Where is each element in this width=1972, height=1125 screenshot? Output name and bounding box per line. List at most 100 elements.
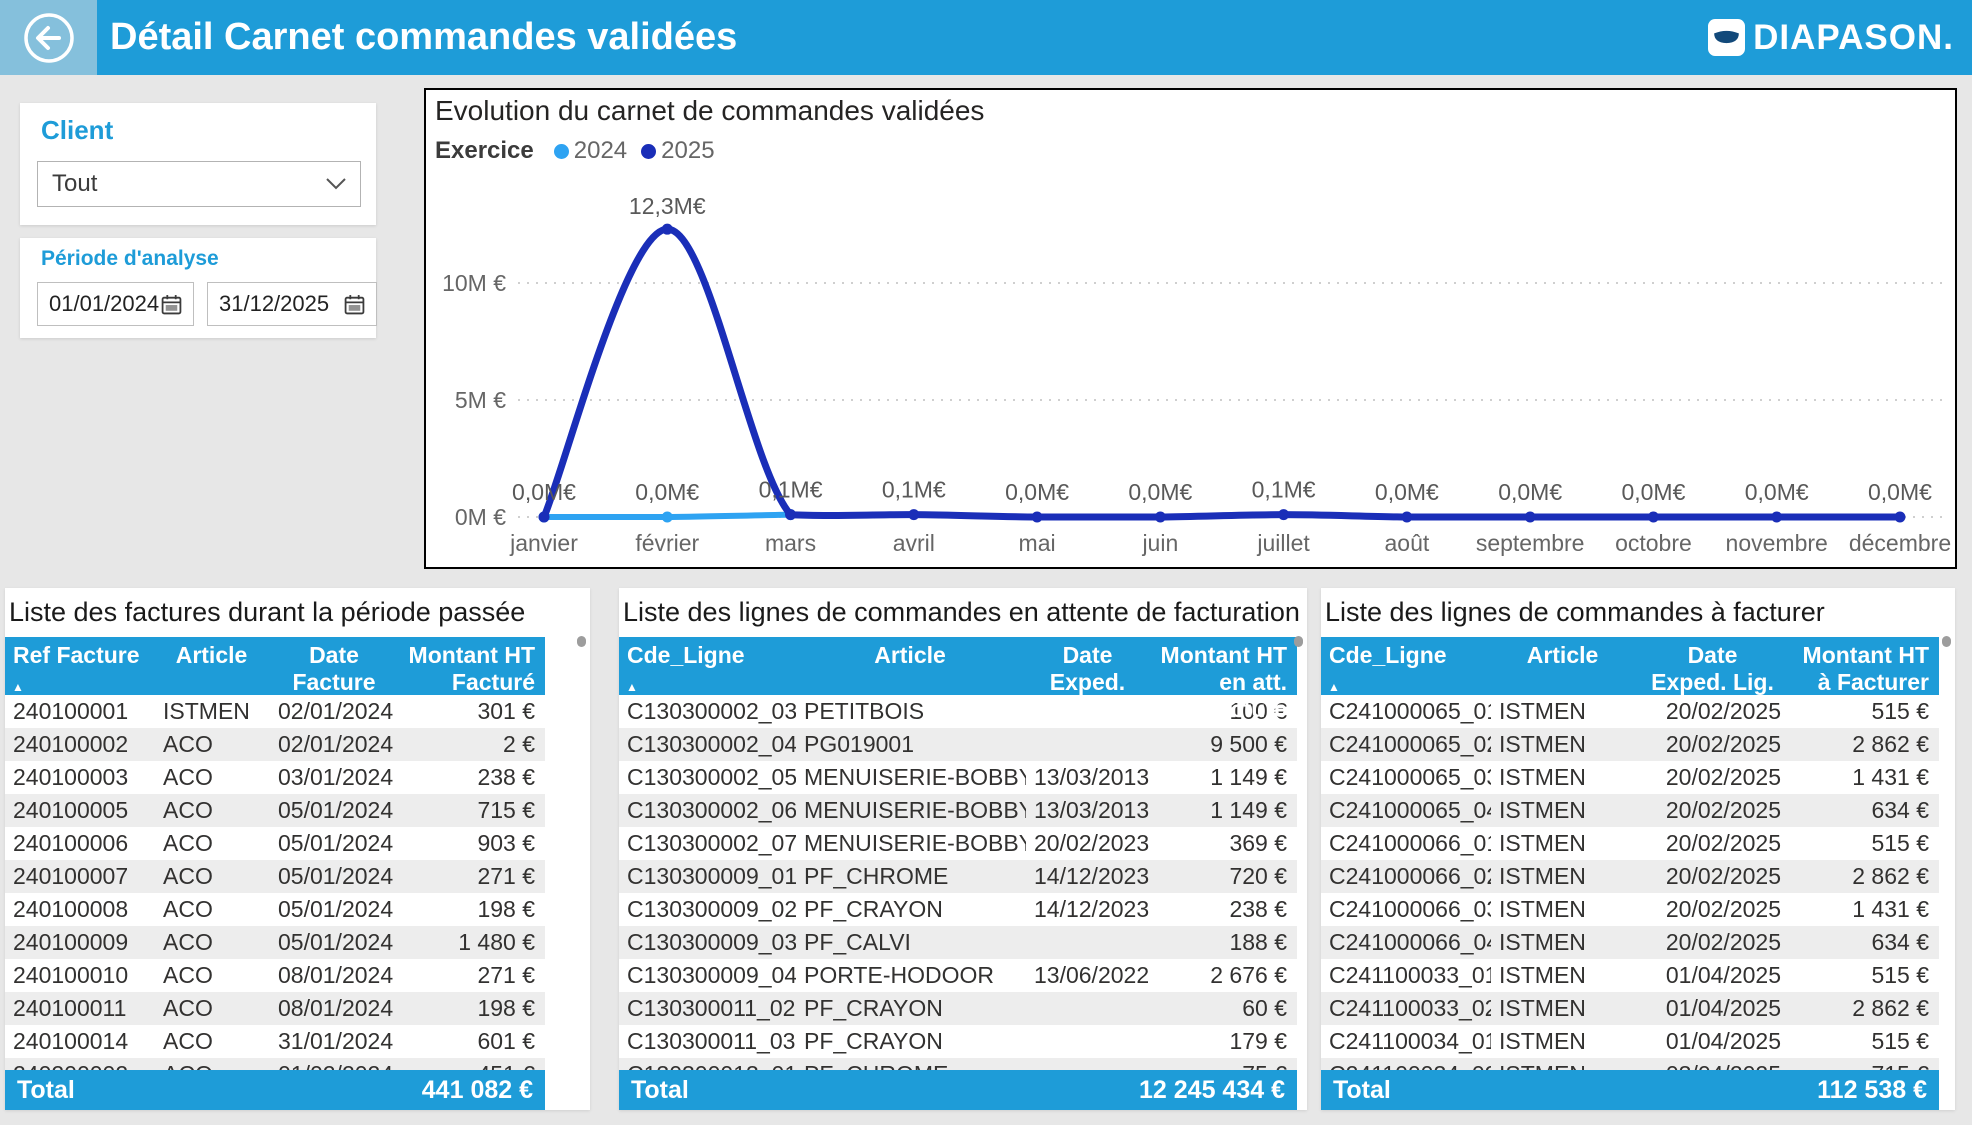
table-cell: C241100033_02 [1321,992,1491,1025]
table-cell: PF_CHROME [796,860,1026,893]
table-row[interactable]: C241100033_02ISTMEN01/04/20252 862 € [1321,992,1939,1025]
table-row[interactable]: 240100010ACO08/01/2024271 € [5,959,545,992]
chart-point-2025[interactable] [1278,509,1289,520]
table-cell: 2 € [400,728,545,761]
column-header[interactable]: Ref Facture▲ [5,637,155,695]
table-row[interactable]: 240100003ACO03/01/2024238 € [5,761,545,794]
column-header[interactable]: Cde_Ligne▲ [619,637,796,695]
table-row[interactable]: 240100011ACO08/01/2024198 € [5,992,545,1025]
data-label: 0,0M€ [1375,479,1439,505]
legend-item-2025[interactable]: 2025 [641,137,714,165]
column-header[interactable]: Article [155,637,270,695]
client-dropdown-value: Tout [52,170,97,198]
table-cell: 238 € [1151,893,1297,926]
tables-strip: Liste des factures durant la période pas… [0,588,1972,1125]
table-cell: 01/04/2025 [1636,1025,1791,1058]
data-label: 0,1M€ [759,477,823,503]
column-header[interactable]: Date Exped. Lig. [1636,637,1791,695]
chart-point-2025[interactable] [1525,512,1536,523]
scrollbar-thumb[interactable] [1942,636,1951,647]
column-header[interactable]: Cde_Ligne▲ [1321,637,1491,695]
table-row[interactable]: C241000065_03ISTMEN20/02/20251 431 € [1321,761,1939,794]
table-cell: ACO [155,926,270,959]
table-cell: ISTMEN [1491,926,1636,959]
table-row[interactable]: 240100006ACO05/01/2024903 € [5,827,545,860]
period-start-input[interactable]: 01/01/2024 [37,282,194,326]
table-row[interactable]: 240100007ACO05/01/2024271 € [5,860,545,893]
table-row[interactable]: C241000066_04ISTMEN20/02/2025634 € [1321,926,1939,959]
table-row[interactable]: C130300002_03PETITBOIS100 € [619,695,1297,728]
column-header[interactable]: Montant HT à Facturer [1791,637,1939,695]
column-header[interactable]: Montant HT en att. Facture [1151,637,1297,695]
table-cell: C241000065_01 [1321,695,1491,728]
column-header[interactable]: Date Exped. Lig. [1026,637,1151,695]
table-cell: 2 676 € [1151,959,1297,992]
table-row[interactable]: C241000066_03ISTMEN20/02/20251 431 € [1321,893,1939,926]
table-cell: PF_CALVI [796,926,1026,959]
table-cell: 515 € [1791,959,1939,992]
table-row[interactable]: 240100001ISTMEN02/01/2024301 € [5,695,545,728]
column-header[interactable]: Date Facture [270,637,400,695]
client-dropdown[interactable]: Tout [37,161,361,207]
table-cell: C241000066_02 [1321,860,1491,893]
table-cell: 20/02/2025 [1636,926,1791,959]
scrollbar-thumb[interactable] [1294,636,1303,647]
table-cell: C241000065_02 [1321,728,1491,761]
table-row[interactable]: C130300013_01PF_CHROME75 € [619,1058,1297,1070]
table-row[interactable]: 240100014ACO31/01/2024601 € [5,1025,545,1058]
chart-line-2025[interactable] [544,229,1900,517]
chart-point-2025[interactable] [539,512,550,523]
table-row[interactable]: C241100033_01ISTMEN01/04/2025515 € [1321,959,1939,992]
table-row[interactable]: C241000065_04ISTMEN20/02/2025634 € [1321,794,1939,827]
table-row[interactable]: 240100009ACO05/01/20241 480 € [5,926,545,959]
table-row[interactable]: 240100005ACO05/01/2024715 € [5,794,545,827]
table-cell: 515 € [1791,1025,1939,1058]
table-row[interactable]: 240200002ACO01/02/2024451 € [5,1058,545,1070]
chart-point-2025[interactable] [785,509,796,520]
table-row[interactable]: C130300002_05MENUISERIE-BOBBY13/03/20131… [619,761,1297,794]
table-cell: 198 € [400,893,545,926]
diapason-logo: DIAPASON. [1708,0,1954,75]
column-header[interactable]: Article [1491,637,1636,695]
orders-evolution-line-chart[interactable]: 0M €5M €10M €janvierfévriermarsavrilmaij… [426,182,1951,565]
table-cell: 05/01/2024 [270,827,400,860]
chart-point-2025[interactable] [1401,512,1412,523]
table-row[interactable]: C130300009_01PF_CHROME14/12/2023720 € [619,860,1297,893]
table-row[interactable]: C241000065_01ISTMEN20/02/2025515 € [1321,695,1939,728]
table-row[interactable]: C130300011_03PF_CRAYON179 € [619,1025,1297,1058]
diapason-logo-text: DIAPASON. [1753,18,1954,58]
chart-point-2025[interactable] [1771,512,1782,523]
table-row[interactable]: C130300009_03PF_CALVI188 € [619,926,1297,959]
table-cell [1026,992,1151,1025]
table-row[interactable]: C130300002_07MENUISERIE-BOBBY20/02/20233… [619,827,1297,860]
table-cell: 601 € [400,1025,545,1058]
chart-point-2025[interactable] [1894,512,1905,523]
table-row[interactable]: C241100034_02ISTMEN03/04/2025715 € [1321,1058,1939,1070]
table-row[interactable]: C130300002_04PG0190019 500 € [619,728,1297,761]
table-cell: ISTMEN [1491,1025,1636,1058]
chart-point-2025[interactable] [1155,512,1166,523]
table-row[interactable]: C241000066_01ISTMEN20/02/2025515 € [1321,827,1939,860]
table-row[interactable]: 240100008ACO05/01/2024198 € [5,893,545,926]
chart-point-2025[interactable] [1648,512,1659,523]
chart-point-2024[interactable] [662,512,673,523]
table-row[interactable]: C130300009_02PF_CRAYON14/12/2023238 € [619,893,1297,926]
back-button[interactable] [0,0,97,75]
table-cell: 240100009 [5,926,155,959]
table-row[interactable]: C241100034_01ISTMEN01/04/2025515 € [1321,1025,1939,1058]
chart-point-2025[interactable] [908,509,919,520]
table-row[interactable]: C241000065_02ISTMEN20/02/20252 862 € [1321,728,1939,761]
chart-point-2025[interactable] [662,224,673,235]
legend-item-2024[interactable]: 2024 [554,137,627,165]
table-row[interactable]: C130300002_06MENUISERIE-BOBBY13/03/20131… [619,794,1297,827]
table-cell: MENUISERIE-BOBBY [796,761,1026,794]
scrollbar-thumb[interactable] [577,636,586,647]
column-header[interactable]: Article [796,637,1026,695]
table-row[interactable]: C241000066_02ISTMEN20/02/20252 862 € [1321,860,1939,893]
column-header[interactable]: Montant HT Facturé [400,637,545,695]
table-row[interactable]: C130300011_02PF_CRAYON60 € [619,992,1297,1025]
chart-point-2025[interactable] [1032,512,1043,523]
table-row[interactable]: C130300009_04PORTE-HODOOR13/06/20222 676… [619,959,1297,992]
table-row[interactable]: 240100002ACO02/01/20242 € [5,728,545,761]
period-end-input[interactable]: 31/12/2025 [207,282,377,326]
